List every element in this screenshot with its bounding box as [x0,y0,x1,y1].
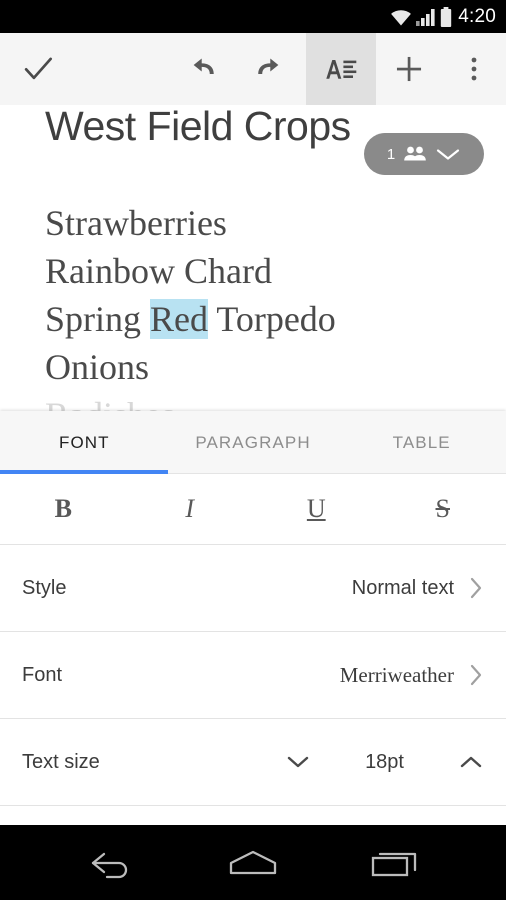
signal-icon [416,8,435,26]
font-setting-label: Font [22,663,63,686]
document-body[interactable]: Strawberries Rainbow Chard Spring Red To… [45,199,485,411]
app-toolbar [0,33,506,105]
font-setting-row[interactable]: Font Merriweather [0,632,506,718]
battery-icon [441,6,452,27]
undo-button[interactable] [166,33,236,105]
tab-font[interactable]: FONT [0,433,169,453]
chevron-down-icon [437,149,460,160]
text-format-button[interactable] [306,33,376,105]
divider [0,805,506,806]
collaborators-badge[interactable]: 1 [364,133,484,175]
add-icon [396,56,422,82]
nav-back-button[interactable] [66,825,156,900]
text-size-label: Text size [22,750,100,773]
text-style-buttons: B I U S [0,474,506,544]
back-icon [91,852,128,878]
home-icon [229,850,277,874]
done-button[interactable] [0,33,76,105]
wifi-icon [391,9,412,26]
format-tabs: FONT PARAGRAPH TABLE [0,411,506,474]
add-button[interactable] [376,33,442,105]
status-clock: 4:20 [458,5,496,27]
chevron-down-icon [287,756,309,768]
overflow-menu-icon [471,57,477,81]
style-setting-row[interactable]: Style Normal text [0,545,506,631]
document-line: Rainbow Chard [45,251,272,291]
increase-text-size-button[interactable] [458,753,484,771]
collaborator-count: 1 [386,145,396,163]
text-format-icon [326,60,357,79]
tab-table[interactable]: TABLE [337,433,506,453]
document-title[interactable]: West Field Crops [45,105,351,150]
chevron-right-icon [470,664,482,686]
document-line-partial: Radishes [45,391,485,411]
people-icon [404,146,426,161]
style-setting-value: Normal text [351,576,454,599]
strikethrough-button[interactable]: S [380,494,506,524]
status-icons [390,6,452,27]
format-panel: FONT PARAGRAPH TABLE B I U S Style Norma… [0,411,506,825]
text-size-stepper: 18pt [285,751,484,774]
line-suffix: Torpedo [208,299,336,339]
screen: 4:20 West Field Crops 1 Strawberries Rai… [0,0,506,900]
decrease-text-size-button[interactable] [285,753,311,771]
redo-button[interactable] [236,33,306,105]
recents-icon [371,852,417,876]
font-setting-value: Merriweather [339,662,454,687]
chevron-right-icon [470,577,482,599]
document-line: Onions [45,347,150,387]
nav-recents-button[interactable] [350,825,440,900]
style-setting-label: Style [22,576,67,599]
italic-button[interactable]: I [127,494,254,524]
document-line: Strawberries [45,203,227,243]
check-icon [24,57,53,80]
underline-button[interactable]: U [253,494,380,524]
redo-icon [258,58,279,74]
document-line-with-selection: Spring Red Torpedo [45,295,485,343]
text-selection[interactable]: Red [150,299,209,339]
style-setting-right: Normal text [352,575,484,601]
text-size-value: 18pt [365,750,404,773]
document-canvas[interactable]: West Field Crops 1 Strawberries Rainbow … [0,105,506,411]
active-tab-indicator [0,470,168,474]
chevron-up-icon [460,756,482,768]
nav-home-button[interactable] [208,825,298,900]
system-navigation-bar [0,825,506,900]
status-bar: 4:20 [0,0,506,33]
line-prefix: Spring [45,299,151,339]
bold-button[interactable]: B [0,494,127,524]
undo-icon [193,58,214,74]
overflow-menu-button[interactable] [442,33,506,105]
tab-paragraph[interactable]: PARAGRAPH [169,433,338,453]
font-setting-right: Merriweather [340,662,484,688]
text-size-row: Text size 18pt [0,719,506,805]
